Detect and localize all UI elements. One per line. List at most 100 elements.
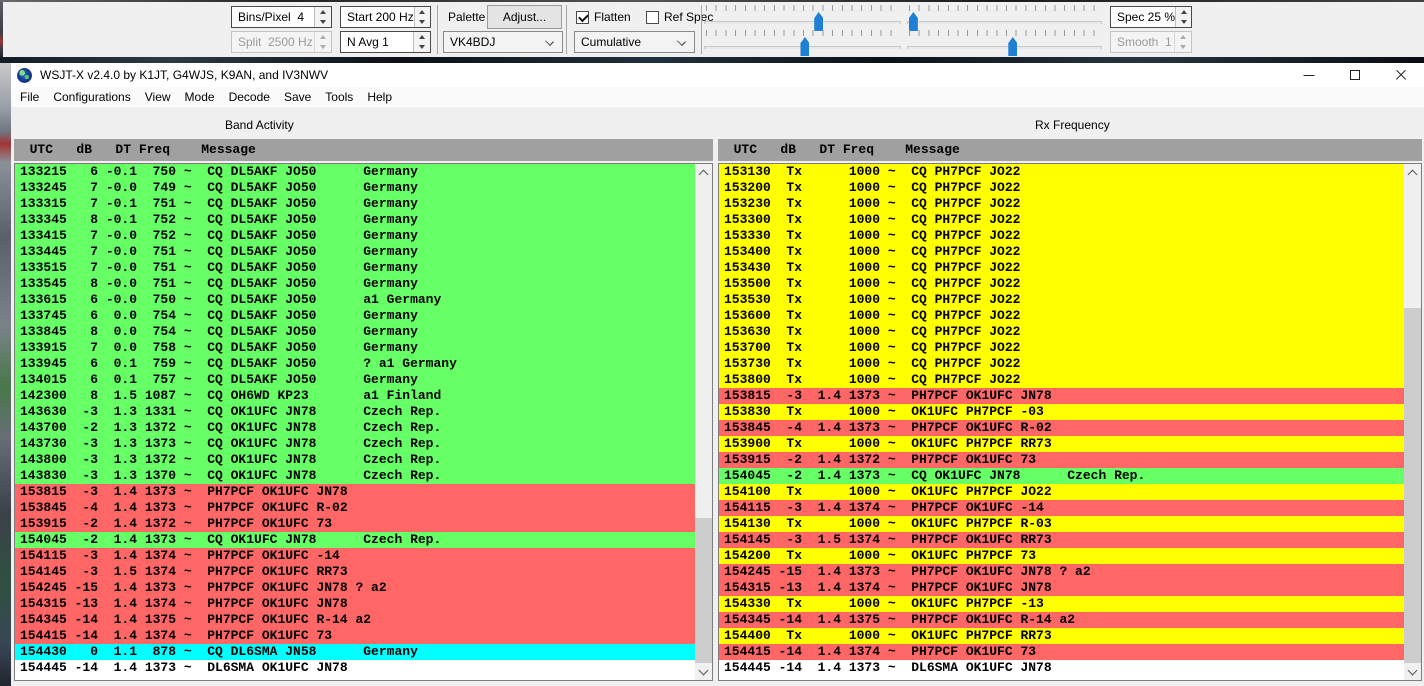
decode-row[interactable]: 143830 -3 1.3 1370 ~ CQ OK1UFC JN78 Czec… <box>15 468 695 484</box>
slider-handle[interactable] <box>909 12 918 31</box>
scroll-down-button[interactable] <box>1404 663 1421 680</box>
scroll-up-button[interactable] <box>1404 164 1421 181</box>
decode-row[interactable]: 154345 -14 1.4 1375 ~ PH7PCF OK1UFC R-14… <box>719 612 1404 628</box>
decode-row[interactable]: 154145 -3 1.5 1374 ~ PH7PCF OK1UFC RR73 <box>15 564 695 580</box>
decode-row[interactable]: 154200 Tx 1000 ~ OK1UFC PH7PCF 73 <box>719 548 1404 564</box>
menu-configurations[interactable]: Configurations <box>46 87 137 107</box>
decode-row[interactable]: 153130 Tx 1000 ~ CQ PH7PCF JO22 <box>719 164 1404 180</box>
decode-row[interactable]: 143630 -3 1.3 1331 ~ CQ OK1UFC JN78 Czec… <box>15 404 695 420</box>
decode-row[interactable]: 133245 7 -0.0 749 ~ CQ DL5AKF JO50 Germa… <box>15 180 695 196</box>
close-button[interactable] <box>1378 63 1424 87</box>
slider-handle[interactable] <box>814 12 823 31</box>
rx-frequency-scrollbar[interactable] <box>1404 164 1421 680</box>
decode-row[interactable]: 133515 7 -0.0 751 ~ CQ DL5AKF JO50 Germa… <box>15 260 695 276</box>
n-avg-spinner[interactable]: N Avg 1 <box>340 31 431 53</box>
decode-row[interactable]: 154315 -13 1.4 1374 ~ PH7PCF OK1UFC JN78 <box>719 580 1404 596</box>
decode-row[interactable]: 153845 -4 1.4 1373 ~ PH7PCF OK1UFC R-02 <box>15 500 695 516</box>
decode-row[interactable]: 153200 Tx 1000 ~ CQ PH7PCF JO22 <box>719 180 1404 196</box>
decode-row[interactable]: 153830 Tx 1000 ~ OK1UFC PH7PCF -03 <box>719 404 1404 420</box>
decode-row[interactable]: 133845 8 0.0 754 ~ CQ DL5AKF JO50 German… <box>15 324 695 340</box>
decode-row[interactable]: 154400 Tx 1000 ~ OK1UFC PH7PCF RR73 <box>719 628 1404 644</box>
decode-row[interactable]: 153400 Tx 1000 ~ CQ PH7PCF JO22 <box>719 244 1404 260</box>
decode-row[interactable]: 153900 Tx 1000 ~ OK1UFC PH7PCF RR73 <box>719 436 1404 452</box>
decode-row[interactable]: 154100 Tx 1000 ~ OK1UFC PH7PCF JO22 <box>719 484 1404 500</box>
decode-row[interactable]: 154115 -3 1.4 1374 ~ PH7PCF OK1UFC -14 <box>719 500 1404 516</box>
decode-row[interactable]: 143730 -3 1.3 1373 ~ CQ OK1UFC JN78 Czec… <box>15 436 695 452</box>
decode-row[interactable]: 153845 -4 1.4 1373 ~ PH7PCF OK1UFC R-02 <box>719 420 1404 436</box>
slider-handle[interactable] <box>1008 37 1017 56</box>
menu-decode[interactable]: Decode <box>222 87 277 107</box>
spinner-arrows[interactable] <box>414 7 430 27</box>
spin-up-icon[interactable] <box>414 32 430 42</box>
decode-row[interactable]: 133745 6 0.0 754 ~ CQ DL5AKF JO50 German… <box>15 308 695 324</box>
decode-row[interactable]: 133215 6 -0.1 750 ~ CQ DL5AKF JO50 Germa… <box>15 164 695 180</box>
palette-combobox[interactable]: VK4BDJ <box>443 31 563 53</box>
decode-row[interactable]: 154145 -3 1.5 1374 ~ PH7PCF OK1UFC RR73 <box>719 532 1404 548</box>
decode-row[interactable]: 154345 -14 1.4 1375 ~ PH7PCF OK1UFC R-14… <box>15 612 695 628</box>
spinner-arrows[interactable] <box>314 7 331 27</box>
decode-row[interactable]: 153915 -2 1.4 1372 ~ PH7PCF OK1UFC 73 <box>15 516 695 532</box>
spinner-arrows[interactable] <box>413 32 430 52</box>
decode-row[interactable]: 133615 6 -0.0 750 ~ CQ DL5AKF JO50 a1 Ge… <box>15 292 695 308</box>
gain-slider-2[interactable] <box>704 30 901 56</box>
decode-row[interactable]: 134015 6 0.1 757 ~ CQ DL5AKF JO50 German… <box>15 372 695 388</box>
decode-row[interactable]: 154445 -14 1.4 1373 ~ DL6SMA OK1UFC JN78 <box>15 660 695 676</box>
decode-row[interactable]: 143700 -2 1.3 1372 ~ CQ OK1UFC JN78 Czec… <box>15 420 695 436</box>
decode-row[interactable]: 154045 -2 1.4 1373 ~ CQ OK1UFC JN78 Czec… <box>719 468 1404 484</box>
decode-row[interactable]: 133545 8 -0.0 751 ~ CQ DL5AKF JO50 Germa… <box>15 276 695 292</box>
adjust-button[interactable]: Adjust... <box>487 5 562 29</box>
decode-row[interactable]: 154445 -14 1.4 1373 ~ DL6SMA OK1UFC JN78 <box>719 660 1404 676</box>
decode-row[interactable]: 153330 Tx 1000 ~ CQ PH7PCF JO22 <box>719 228 1404 244</box>
menu-save[interactable]: Save <box>277 87 318 107</box>
decode-row[interactable]: 153500 Tx 1000 ~ CQ PH7PCF JO22 <box>719 276 1404 292</box>
decode-row[interactable]: 153700 Tx 1000 ~ CQ PH7PCF JO22 <box>719 340 1404 356</box>
decode-row[interactable]: 153815 -3 1.4 1373 ~ PH7PCF OK1UFC JN78 <box>15 484 695 500</box>
scrollbar-thumb[interactable] <box>695 518 712 663</box>
spin-down-icon[interactable] <box>415 17 430 27</box>
spin-down-icon[interactable] <box>315 17 331 27</box>
menu-view[interactable]: View <box>138 87 178 107</box>
slider-handle[interactable] <box>800 37 809 56</box>
spin-down-icon[interactable] <box>1176 17 1191 27</box>
checkbox-unchecked-icon[interactable] <box>646 11 659 24</box>
gain-slider-1[interactable] <box>704 5 901 31</box>
decode-row[interactable]: 133415 7 -0.0 752 ~ CQ DL5AKF JO50 Germa… <box>15 228 695 244</box>
decode-row[interactable]: 154430 0 1.1 878 ~ CQ DL6SMA JN58 German… <box>15 644 695 660</box>
spin-up-icon[interactable] <box>315 7 331 17</box>
decode-row[interactable]: 153300 Tx 1000 ~ CQ PH7PCF JO22 <box>719 212 1404 228</box>
decode-row[interactable]: 153530 Tx 1000 ~ CQ PH7PCF JO22 <box>719 292 1404 308</box>
decode-row[interactable]: 153815 -3 1.4 1373 ~ PH7PCF OK1UFC JN78 <box>719 388 1404 404</box>
decode-row[interactable]: 154130 Tx 1000 ~ OK1UFC PH7PCF R-03 <box>719 516 1404 532</box>
menu-file[interactable]: File <box>13 87 46 107</box>
decode-row[interactable]: 153430 Tx 1000 ~ CQ PH7PCF JO22 <box>719 260 1404 276</box>
decode-row[interactable]: 153915 -2 1.4 1372 ~ PH7PCF OK1UFC 73 <box>719 452 1404 468</box>
decode-row[interactable]: 154115 -3 1.4 1374 ~ PH7PCF OK1UFC -14 <box>15 548 695 564</box>
zero-slider-1[interactable] <box>907 5 1102 31</box>
minimize-button[interactable] <box>1286 63 1332 87</box>
spin-down-icon[interactable] <box>414 42 430 52</box>
bins-pixel-spinner[interactable]: Bins/Pixel 4 <box>231 6 332 28</box>
slider-groove[interactable] <box>907 46 1102 49</box>
band-activity-scrollbar[interactable] <box>695 164 712 680</box>
decode-row[interactable]: 154245 -15 1.4 1373 ~ PH7PCF OK1UFC JN78… <box>719 564 1404 580</box>
decode-row[interactable]: 154415 -14 1.4 1374 ~ PH7PCF OK1UFC 73 <box>719 644 1404 660</box>
spinner-arrows[interactable] <box>1175 7 1191 27</box>
display-mode-combobox[interactable]: Cumulative <box>574 31 695 53</box>
flatten-checkbox[interactable]: Flatten <box>576 8 631 26</box>
menu-tools[interactable]: Tools <box>318 87 360 107</box>
spin-up-icon[interactable] <box>1176 7 1191 17</box>
decode-row[interactable]: 153730 Tx 1000 ~ CQ PH7PCF JO22 <box>719 356 1404 372</box>
slider-groove[interactable] <box>704 21 901 24</box>
decode-row[interactable]: 133315 7 -0.1 751 ~ CQ DL5AKF JO50 Germa… <box>15 196 695 212</box>
decode-row[interactable]: 153230 Tx 1000 ~ CQ PH7PCF JO22 <box>719 196 1404 212</box>
decode-row[interactable]: 133445 7 -0.0 751 ~ CQ DL5AKF JO50 Germa… <box>15 244 695 260</box>
decode-row[interactable]: 153800 Tx 1000 ~ CQ PH7PCF JO22 <box>719 372 1404 388</box>
maximize-button[interactable] <box>1332 63 1378 87</box>
decode-row[interactable]: 154315 -13 1.4 1374 ~ PH7PCF OK1UFC JN78 <box>15 596 695 612</box>
decode-row[interactable]: 154045 -2 1.4 1373 ~ CQ OK1UFC JN78 Czec… <box>15 532 695 548</box>
scrollbar-thumb[interactable] <box>1404 308 1421 663</box>
decode-row[interactable]: 133945 6 0.1 759 ~ CQ DL5AKF JO50 ? a1 G… <box>15 356 695 372</box>
decode-row[interactable]: 133345 8 -0.1 752 ~ CQ DL5AKF JO50 Germa… <box>15 212 695 228</box>
decode-row[interactable]: 143800 -3 1.3 1372 ~ CQ OK1UFC JN78 Czec… <box>15 452 695 468</box>
checkbox-checked-icon[interactable] <box>576 11 589 24</box>
